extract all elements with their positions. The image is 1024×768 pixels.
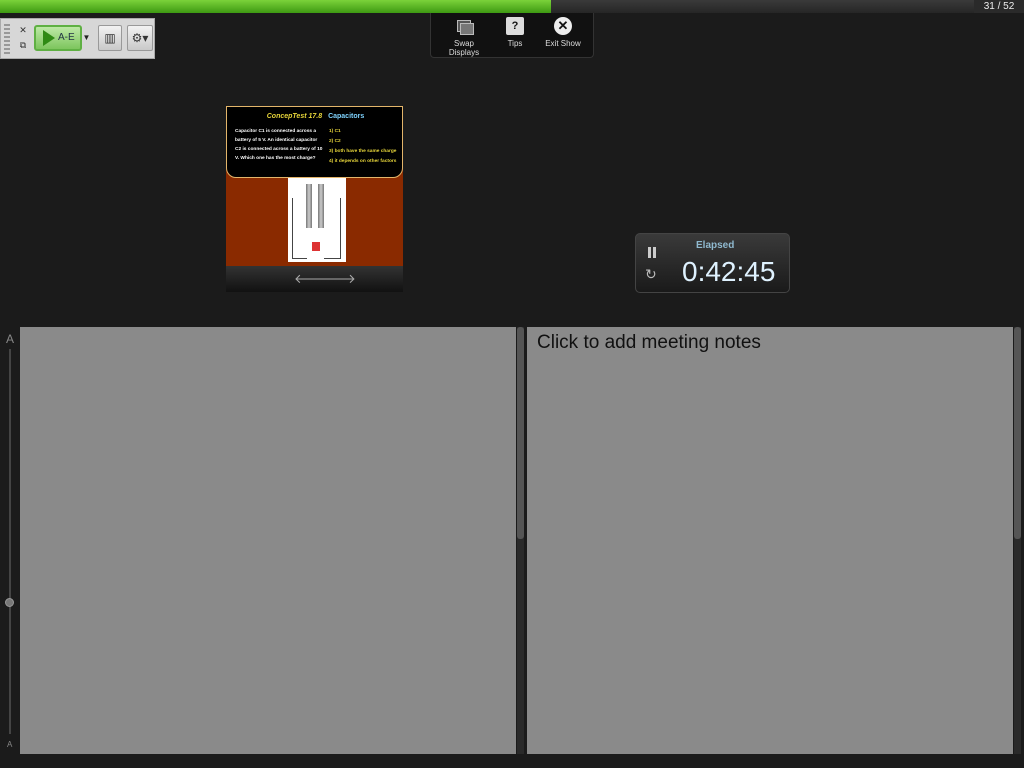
notes-pane-scrollbar-thumb[interactable] <box>1014 327 1021 539</box>
circuit-wire <box>324 198 341 259</box>
pause-icon[interactable] <box>648 247 656 258</box>
slide-question: Capacitor C1 is connected across a batte… <box>235 129 323 161</box>
presenter-toolbar: ✕ ⧉ A-E ▼ ▥ ⚙▾ <box>0 18 155 59</box>
answer-option: 1) C1 <box>329 129 341 134</box>
start-poll-button[interactable]: A-E <box>34 25 82 51</box>
toolbar-grip-handle[interactable] <box>4 24 10 54</box>
gear-icon: ⚙▾ <box>131 31 149 45</box>
font-size-slider[interactable]: A A <box>0 327 20 754</box>
timer-label: Elapsed <box>696 240 735 251</box>
slide-progress-bar <box>0 0 974 13</box>
swap-displays-label: Swap Displays <box>448 39 480 57</box>
close-icon[interactable]: ✕ <box>18 25 28 35</box>
timer-value: 0:42:45 <box>682 256 776 287</box>
font-size-small-label: A <box>7 740 13 749</box>
capacitor-figure <box>288 178 346 262</box>
slide-navigation: 🡐 🡒 <box>226 266 403 292</box>
next-slide-pane[interactable] <box>20 327 516 754</box>
answer-option: 2) C2 <box>329 139 341 144</box>
slide-title: ConcepTest 17.8 Capacitors <box>227 113 404 120</box>
help-icon: ? <box>506 17 524 35</box>
poll-type-dropdown[interactable]: ▼ <box>82 25 91 51</box>
next-slide-icon[interactable]: 🡒 <box>321 271 356 287</box>
slide-answers: 1) C1 2) C2 3) both have the same charge… <box>329 127 404 167</box>
settings-menu-button[interactable]: ⚙▾ <box>127 25 153 51</box>
copy-icon[interactable]: ⧉ <box>18 40 28 50</box>
tips-button[interactable]: ? Tips <box>501 17 529 48</box>
slide-title-text: ConcepTest 17.8 <box>266 113 323 120</box>
slide-progress-fill <box>0 0 551 13</box>
swap-displays-button[interactable]: Swap Displays <box>439 17 489 57</box>
slide-counter: 31 / 52 <box>974 0 1024 13</box>
current-slide-thumbnail[interactable]: ConcepTest 17.8 Capacitors Capacitor C1 … <box>226 106 403 266</box>
battery-icon <box>312 242 320 251</box>
exit-show-label: Exit Show <box>545 39 581 48</box>
slide-topic-text: Capacitors <box>328 113 365 120</box>
presenter-tools-panel: Swap Displays ? Tips ✕ Exit Show <box>430 13 594 58</box>
next-pane-scrollbar-thumb[interactable] <box>517 327 524 539</box>
poll-type-label: A-E <box>58 32 75 43</box>
tips-label: Tips <box>507 39 523 48</box>
font-size-slider-track[interactable] <box>9 349 11 734</box>
circuit-wire <box>292 198 307 259</box>
answer-option: 4) it depends on other factors <box>329 159 397 164</box>
slide-header: ConcepTest 17.8 Capacitors Capacitor C1 … <box>226 106 403 178</box>
next-pane-scrollbar[interactable] <box>517 327 524 754</box>
elapsed-timer: ↻ Elapsed 0:42:45 <box>635 233 790 293</box>
play-icon <box>43 30 55 46</box>
font-size-slider-thumb[interactable] <box>5 598 14 607</box>
notes-placeholder[interactable]: Click to add meeting notes <box>537 332 761 354</box>
meeting-notes-pane[interactable]: Click to add meeting notes <box>527 327 1013 754</box>
results-chart-button[interactable]: ▥ <box>98 25 122 51</box>
font-size-large-label: A <box>6 332 15 346</box>
swap-displays-icon <box>455 17 474 35</box>
exit-show-button[interactable]: ✕ Exit Show <box>543 17 583 48</box>
exit-icon: ✕ <box>554 17 572 35</box>
reset-timer-icon[interactable]: ↻ <box>645 266 657 283</box>
bar-chart-icon: ▥ <box>104 31 116 45</box>
notes-pane-scrollbar[interactable] <box>1014 327 1021 754</box>
answer-option: 3) both have the same charge <box>329 149 397 154</box>
